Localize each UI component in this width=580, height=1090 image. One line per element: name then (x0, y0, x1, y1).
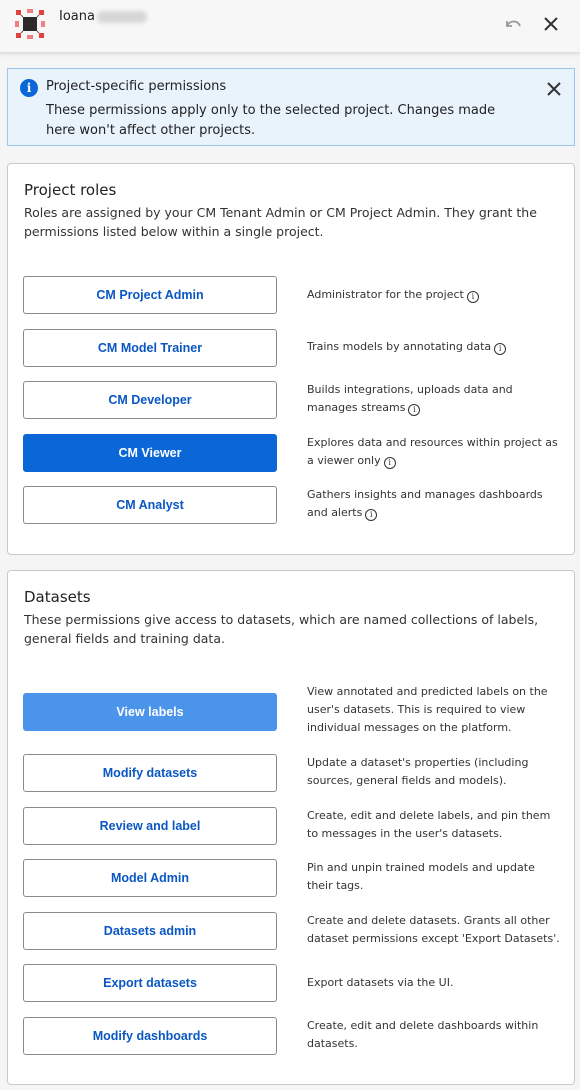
datasets-card: Datasets These permissions give access t… (7, 570, 575, 1085)
section-title: Project roles (24, 181, 117, 199)
permission-description: Pin and unpin trained models and update … (307, 861, 535, 892)
role-description-text: Explores data and resources within proje… (307, 436, 558, 467)
info-icon[interactable]: i (408, 404, 421, 416)
permission-description: Update a dataset's properties (including… (307, 756, 529, 787)
permission-button-export-datasets[interactable]: Export datasets (23, 964, 277, 1002)
permission-description: Create, edit and delete dashboards withi… (307, 1019, 539, 1050)
permission-description: View annotated and predicted labels on t… (307, 685, 548, 734)
role-description-text: Administrator for the project (307, 288, 464, 301)
role-button-project-admin[interactable]: CM Project Admin (23, 276, 277, 314)
role-description: Trains models by annotating data i (307, 338, 562, 356)
permission-button-modify-dashboards[interactable]: Modify dashboards (23, 1017, 277, 1055)
close-icon[interactable] (540, 13, 562, 35)
close-icon[interactable] (544, 79, 564, 99)
role-button-viewer[interactable]: CM Viewer (23, 434, 277, 472)
permission-description: Create and delete datasets. Grants all o… (307, 914, 560, 945)
info-icon[interactable]: i (383, 457, 396, 469)
role-button-model-trainer[interactable]: CM Model Trainer (23, 329, 277, 367)
panel-header: Ioana (0, 0, 580, 53)
role-description-text: Trains models by annotating data (307, 340, 492, 353)
permission-description: Export datasets via the UI. (307, 976, 454, 989)
user-name: Ioana (59, 9, 95, 24)
info-icon[interactable]: i (494, 343, 507, 355)
role-button-analyst[interactable]: CM Analyst (23, 486, 277, 524)
role-description: Explores data and resources within proje… (307, 434, 562, 470)
role-description: Builds integrations, uploads data and ma… (307, 381, 562, 417)
avatar (15, 9, 45, 39)
undo-icon[interactable] (502, 13, 524, 35)
user-surname-redacted (97, 11, 147, 23)
role-description: Gathers insights and manages dashboards … (307, 486, 562, 522)
permission-button-modify-datasets[interactable]: Modify datasets (23, 754, 277, 792)
info-icon[interactable]: i (365, 509, 378, 521)
section-title: Datasets (24, 588, 91, 606)
permission-button-model-admin[interactable]: Model Admin (23, 859, 277, 897)
banner-text: These permissions apply only to the sele… (46, 103, 496, 138)
permission-button-review-and-label[interactable]: Review and label (23, 807, 277, 845)
info-icon: i (20, 79, 38, 97)
role-description: Administrator for the project i (307, 286, 562, 304)
info-icon[interactable]: i (466, 291, 479, 303)
info-banner: i Project-specific permissions These per… (7, 68, 575, 146)
permission-description: Create, edit and delete labels, and pin … (307, 809, 551, 840)
role-description-text: Gathers insights and manages dashboards … (307, 488, 543, 519)
section-description: These permissions give access to dataset… (24, 612, 539, 646)
permission-button-datasets-admin[interactable]: Datasets admin (23, 912, 277, 950)
banner-title: Project-specific permissions (46, 79, 227, 94)
section-description: Roles are assigned by your CM Tenant Adm… (24, 205, 537, 239)
project-roles-card: Project roles Roles are assigned by your… (7, 163, 575, 555)
role-button-developer[interactable]: CM Developer (23, 381, 277, 419)
permission-button-view-labels[interactable]: View labels (23, 693, 277, 731)
